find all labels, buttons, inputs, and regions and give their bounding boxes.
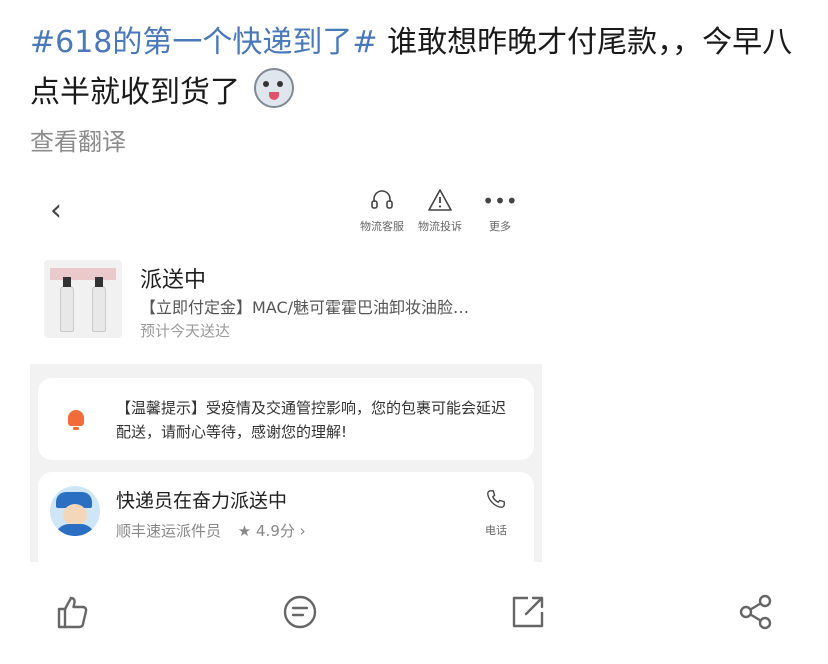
courier-rating: ★ 4.9分 › xyxy=(237,522,306,540)
notice-card: 【温馨提示】受疫情及交通管控影响，您的包裹可能会延迟配送，请耐心等待，感谢您的理… xyxy=(38,378,534,460)
logistics-detail-area: 【温馨提示】受疫情及交通管控影响，您的包裹可能会延迟配送，请耐心等待，感谢您的理… xyxy=(30,364,542,562)
embedded-screenshot[interactable]: ‹ 物流客服 物流投诉 ••• 更多 派送中 【立即付定金】MAC/魅可霍霍巴油… xyxy=(30,178,542,562)
phone-icon xyxy=(476,488,516,518)
more-icon: ••• xyxy=(482,189,518,213)
logistics-complaint-label: 物流投诉 xyxy=(418,220,462,233)
chevron-left-icon: ‹ xyxy=(50,193,62,228)
share-button[interactable] xyxy=(734,590,778,634)
product-title: 【立即付定金】MAC/魅可霍霍巴油卸妆油脸… xyxy=(140,298,470,317)
delivery-status: 派送中 xyxy=(140,268,207,293)
post-text: #618的第一个快递到了# 谁敢想昨晚才付尾款，，今早八点半就收到货了 xyxy=(30,18,810,118)
bell-icon xyxy=(68,410,84,430)
like-button[interactable] xyxy=(50,590,94,634)
courier-card: 快递员在奋力派送中 顺丰速运派件员 ★ 4.9分 › 电话 xyxy=(38,472,534,562)
headset-icon xyxy=(354,188,410,214)
translate-link[interactable]: 查看翻译 xyxy=(30,122,810,157)
logistics-toolbar: ‹ 物流客服 物流投诉 ••• 更多 xyxy=(30,178,542,248)
courier-title: 快递员在奋力派送中 xyxy=(116,490,288,512)
call-courier-button: 电话 xyxy=(476,488,516,538)
repost-icon xyxy=(512,596,544,628)
order-summary: 派送中 【立即付定金】MAC/魅可霍霍巴油卸妆油脸… 预计今天送达 xyxy=(44,260,534,342)
more-label: 更多 xyxy=(489,220,511,233)
logistics-complaint-button: 物流投诉 xyxy=(412,188,468,234)
comment-button[interactable] xyxy=(278,590,322,634)
share-icon xyxy=(739,594,772,630)
delivery-eta: 预计今天送达 xyxy=(140,322,231,340)
logistics-service-label: 物流客服 xyxy=(360,220,404,233)
post-action-bar xyxy=(0,584,828,640)
product-thumbnail xyxy=(44,260,122,338)
comment-icon xyxy=(283,595,317,629)
phone-label: 电话 xyxy=(485,524,507,537)
repost-button[interactable] xyxy=(506,590,550,634)
courier-company: 顺丰速运派件员 xyxy=(116,522,222,540)
more-button: ••• 更多 xyxy=(472,188,528,234)
logistics-service-button: 物流客服 xyxy=(354,188,410,234)
hashtag-link[interactable]: #618的第一个快递到了# xyxy=(30,25,378,60)
post: #618的第一个快递到了# 谁敢想昨晚才付尾款，，今早八点半就收到货了 查看翻译 xyxy=(30,18,810,157)
like-icon xyxy=(57,596,88,629)
courier-avatar xyxy=(50,486,100,536)
notice-text: 【温馨提示】受疫情及交通管控影响，您的包裹可能会延迟配送，请耐心等待，感谢您的理… xyxy=(116,399,507,441)
warning-icon xyxy=(412,188,468,214)
courier-info: 顺丰速运派件员 ★ 4.9分 › xyxy=(116,520,306,541)
husky-emoji-icon xyxy=(253,68,294,108)
